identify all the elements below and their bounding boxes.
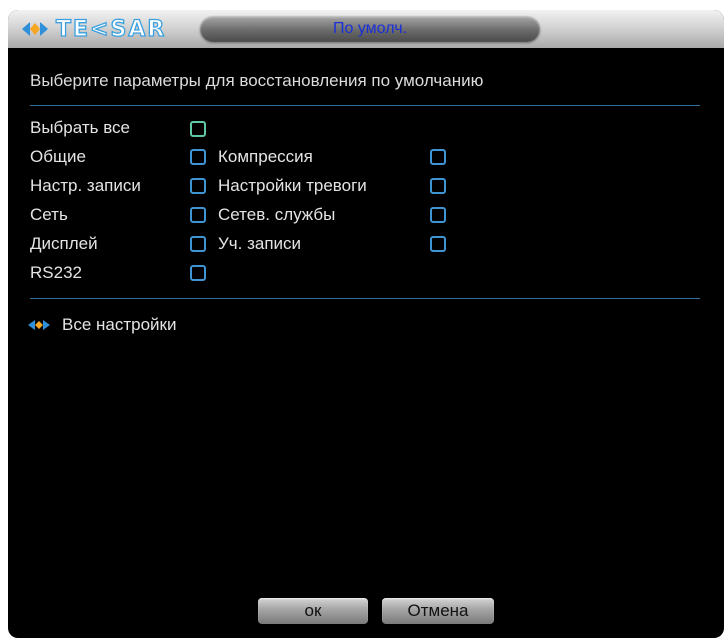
checkbox-compression[interactable] xyxy=(430,149,446,165)
checkbox-rs232[interactable] xyxy=(190,265,206,281)
option-label-accounts: Уч. записи xyxy=(218,234,302,253)
double-arrow-icon xyxy=(28,320,50,330)
option-label-network: Сеть xyxy=(30,205,68,224)
option-label-record-settings: Настр. записи xyxy=(30,176,141,195)
option-label-alarm-settings: Настройки тревоги xyxy=(218,176,367,195)
checkbox-accounts[interactable] xyxy=(430,236,446,252)
checkbox-alarm-settings[interactable] xyxy=(430,178,446,194)
title-pill: По умолч. xyxy=(200,16,540,42)
cancel-button[interactable]: Отмена xyxy=(382,598,494,624)
window-title: По умолч. xyxy=(333,20,407,37)
option-label-rs232: RS232 xyxy=(30,263,82,282)
option-label-display: Дисплей xyxy=(30,234,98,253)
checkbox-network-services[interactable] xyxy=(430,207,446,223)
checkbox-record-settings[interactable] xyxy=(190,178,206,194)
select-all-label: Выбрать все xyxy=(30,118,130,137)
title-bar: TE<SAR По умолч. xyxy=(8,10,724,48)
checkbox-network[interactable] xyxy=(190,207,206,223)
ok-button[interactable]: ок xyxy=(258,598,368,624)
logo: TE<SAR xyxy=(22,16,166,42)
select-all-checkbox[interactable] xyxy=(190,121,206,137)
instruction-text: Выберите параметры для восстановления по… xyxy=(30,71,484,90)
option-label-network-services: Сетев. службы xyxy=(218,205,336,224)
checkbox-display[interactable] xyxy=(190,236,206,252)
all-settings-label: Все настройки xyxy=(62,315,177,334)
checkbox-general[interactable] xyxy=(190,149,206,165)
option-label-general: Общие xyxy=(30,147,86,166)
logo-text: TE<SAR xyxy=(55,16,167,42)
top-divider xyxy=(30,105,700,106)
all-settings-item[interactable]: Все настройки xyxy=(28,315,176,335)
option-label-compression: Компрессия xyxy=(218,147,313,166)
bottom-divider xyxy=(30,298,700,299)
default-settings-dialog: TE<SAR По умолч. Выберите параметры для … xyxy=(8,10,724,638)
logo-diamond-icon xyxy=(22,22,48,36)
